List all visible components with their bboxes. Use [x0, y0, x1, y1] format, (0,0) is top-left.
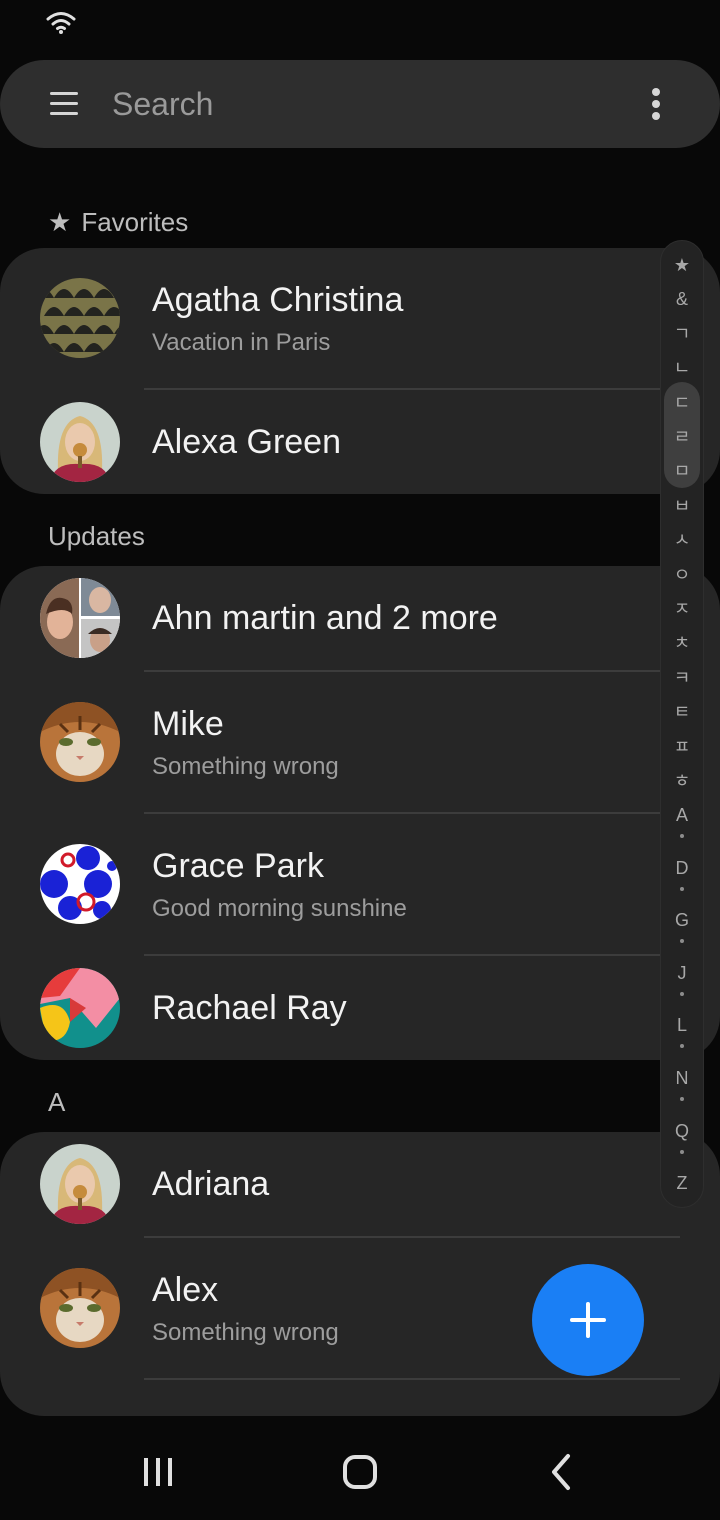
- divider: [144, 1378, 680, 1380]
- index-item[interactable]: ㄷ: [660, 392, 704, 414]
- contact-name: Grace Park: [152, 847, 324, 885]
- favorites-card: Agatha Christina Vacation in Paris Alexa…: [0, 248, 720, 494]
- woman-photo-avatar: [40, 1144, 120, 1224]
- index-separator-dot: [680, 834, 684, 838]
- contact-status: Vacation in Paris: [152, 329, 331, 356]
- favorites-section-header: ★ Favorites: [48, 206, 188, 238]
- index-item[interactable]: &: [660, 288, 704, 310]
- index-item[interactable]: ㅊ: [660, 632, 704, 654]
- index-item[interactable]: Z: [660, 1172, 704, 1194]
- contact-name: Mike: [152, 705, 224, 743]
- index-item[interactable]: N: [660, 1067, 704, 1089]
- navigation-bar: [0, 1424, 720, 1520]
- contact-name: Agatha Christina: [152, 281, 404, 319]
- index-item[interactable]: ㄴ: [660, 357, 704, 379]
- index-item[interactable]: L: [660, 1014, 704, 1036]
- back-icon[interactable]: [534, 1450, 594, 1494]
- index-item[interactable]: A: [660, 804, 704, 826]
- contact-name: Rachael Ray: [152, 989, 347, 1027]
- index-item[interactable]: ㅎ: [660, 770, 704, 792]
- index-item[interactable]: ㅌ: [660, 701, 704, 723]
- blue-circles-avatar: [40, 844, 120, 924]
- home-icon[interactable]: [330, 1450, 390, 1494]
- contact-name: Ahn martin and 2 more: [152, 599, 498, 637]
- index-item[interactable]: ㅇ: [660, 564, 704, 586]
- index-item[interactable]: J: [660, 962, 704, 984]
- plus-icon-vertical: [586, 1302, 590, 1338]
- contact-row-alexa-green[interactable]: Alexa Green: [0, 390, 720, 494]
- updates-section-header: Updates: [48, 521, 145, 551]
- contact-status: Something wrong: [152, 753, 339, 780]
- geometric-avatar: [40, 968, 120, 1048]
- index-item[interactable]: ㅋ: [660, 667, 704, 689]
- more-vertical-icon[interactable]: [636, 82, 676, 126]
- cat-photo-avatar: [40, 702, 120, 782]
- index-item[interactable]: ㅍ: [660, 736, 704, 758]
- contact-row-ahn-martin[interactable]: Ahn martin and 2 more: [0, 566, 720, 670]
- index-item[interactable]: G: [660, 909, 704, 931]
- woman-photo-avatar: [40, 402, 120, 482]
- star-icon: ★: [48, 207, 72, 237]
- contact-row-agatha-christina[interactable]: Agatha Christina Vacation in Paris: [0, 248, 720, 389]
- contact-row-adriana[interactable]: Adriana: [0, 1132, 720, 1236]
- pattern-avatar: [40, 278, 120, 358]
- search-input[interactable]: Search: [112, 84, 213, 124]
- wifi-icon: [46, 12, 76, 34]
- contact-status: Something wrong: [152, 1319, 339, 1346]
- section-a-header: A: [48, 1087, 66, 1117]
- search-bar[interactable]: Search: [0, 60, 720, 148]
- hamburger-menu-icon[interactable]: [44, 84, 84, 124]
- status-bar: [0, 0, 720, 48]
- index-item[interactable]: ★: [660, 254, 704, 276]
- index-item[interactable]: Q: [660, 1120, 704, 1142]
- index-item[interactable]: ㄹ: [660, 426, 704, 448]
- updates-card: Ahn martin and 2 more Mike Something wro…: [0, 566, 720, 1060]
- index-item[interactable]: ㅂ: [660, 495, 704, 517]
- index-item[interactable]: D: [660, 857, 704, 879]
- contact-row-rachael-ray[interactable]: Rachael Ray: [0, 956, 720, 1060]
- index-separator-dot: [680, 1149, 684, 1154]
- contact-row-mike[interactable]: Mike Something wrong: [0, 672, 720, 812]
- index-separator-dot: [680, 991, 684, 996]
- index-separator-dot: [680, 1097, 684, 1101]
- recent-apps-icon[interactable]: [128, 1450, 188, 1494]
- contact-status: Good morning sunshine: [152, 895, 407, 922]
- favorites-header-label: Favorites: [81, 207, 189, 237]
- contact-row-grace-park[interactable]: Grace Park Good morning sunshine: [0, 814, 720, 954]
- contact-name: Alexa Green: [152, 423, 341, 461]
- index-item[interactable]: ㅁ: [660, 460, 704, 482]
- index-item[interactable]: ㅈ: [660, 598, 704, 620]
- index-item[interactable]: ㅅ: [660, 529, 704, 551]
- contact-name: Alex: [152, 1271, 219, 1309]
- index-separator-dot: [680, 886, 684, 891]
- contact-name: Adriana: [152, 1165, 270, 1203]
- index-item[interactable]: ㄱ: [660, 323, 704, 345]
- cat-photo-avatar: [40, 1268, 120, 1348]
- group-collage-avatar: [40, 578, 120, 658]
- add-contact-button[interactable]: [532, 1264, 644, 1376]
